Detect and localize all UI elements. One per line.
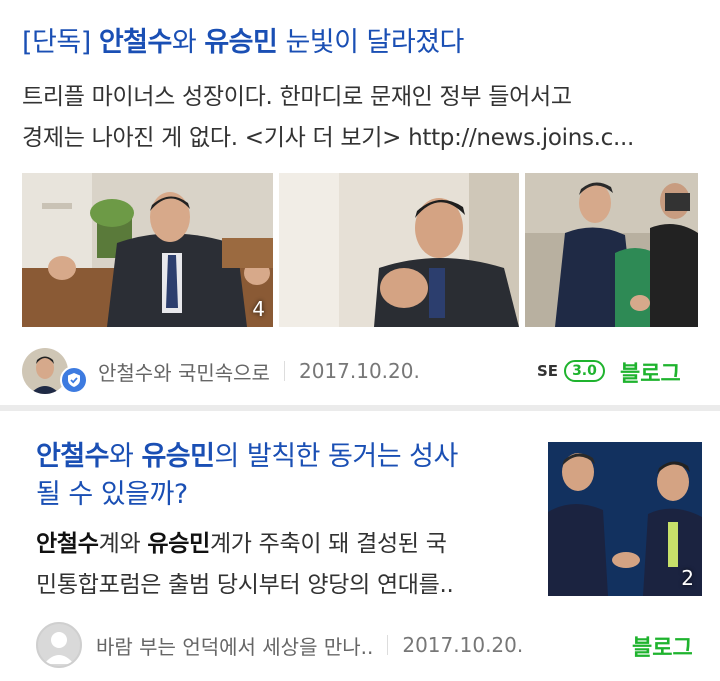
thumbnail-image[interactable]: [525, 173, 698, 327]
author-name-link[interactable]: 바람 부는 언덕에서 세상을 만나..: [96, 631, 373, 660]
handshake-photo-image: [525, 173, 698, 327]
title-keyword: 유승민: [204, 27, 278, 58]
title-tag: [단독]: [22, 27, 91, 58]
thumbnail-image[interactable]: [279, 173, 519, 327]
post-date: 2017.10.20.: [298, 359, 420, 383]
default-avatar-icon[interactable]: [36, 622, 82, 668]
title-keyword: 안철수: [36, 441, 110, 472]
snippet-text: 계가 주축이 돼 결성된 국: [209, 531, 447, 557]
search-result-card-2[interactable]: 안철수와 유승민의 발칙한 동거는 성사 될 수 있을까? 안철수계와 유승민계…: [0, 411, 720, 681]
se-label: SE: [537, 362, 559, 380]
title-keyword: 유승민: [141, 441, 215, 472]
debate-photo-image: [548, 442, 702, 596]
title-text: 의 발칙한 동거는 성사: [214, 441, 459, 472]
meta-divider: [387, 635, 389, 655]
office-photo-image: [22, 173, 273, 327]
search-result-card-1[interactable]: [단독] 안철수와 유승민 눈빛이 달라졌다 트리플 마이너스 성장이다. 한마…: [0, 0, 720, 405]
post-meta: 바람 부는 언덕에서 세상을 만나.. 2017.10.20.: [36, 622, 523, 668]
blog-source-link[interactable]: 블로그: [632, 630, 693, 662]
image-count-label: 4: [252, 297, 265, 321]
portrait-photo-image: [279, 173, 519, 327]
post-meta: 안철수와 국민속으로 2017.10.20.: [22, 348, 420, 394]
snippet-line: 트리플 마이너스 성장이다. 한마디로 문재인 정부 들어서고: [22, 84, 572, 110]
meta-divider: [283, 361, 285, 381]
author-name-link[interactable]: 안철수와 국민속으로: [98, 357, 270, 386]
snippet-keyword: 유승민: [147, 531, 210, 557]
snippet-line: 민통합포럼은 출범 당시부터 양당의 연대를..: [36, 572, 454, 598]
image-count-label: 2: [681, 566, 694, 590]
post-title-link[interactable]: 안철수와 유승민의 발칙한 동거는 성사 될 수 있을까?: [36, 438, 536, 514]
post-title-link[interactable]: [단독] 안철수와 유승민 눈빛이 달라졌다: [22, 24, 464, 62]
verified-badge-icon: [60, 366, 88, 394]
smart-editor-badge: SE 3.0: [537, 360, 605, 382]
snippet-text: 계와: [98, 531, 141, 557]
thumbnail-image[interactable]: 4: [22, 173, 273, 327]
thumbnail-strip[interactable]: 4: [22, 173, 698, 327]
post-date: 2017.10.20.: [402, 633, 524, 657]
title-text: 와: [109, 441, 134, 472]
title-keyword: 안철수: [98, 27, 173, 58]
blog-source-link[interactable]: 블로그: [620, 356, 681, 388]
title-text: 눈빛이 달라졌다: [285, 27, 464, 58]
title-text: 와: [171, 27, 197, 58]
se-version-badge: 3.0: [564, 360, 605, 382]
post-snippet[interactable]: 트리플 마이너스 성장이다. 한마디로 문재인 정부 들어서고 경제는 나아진 …: [22, 77, 702, 159]
title-text: 될 수 있을까?: [36, 479, 188, 510]
snippet-keyword: 안철수: [36, 531, 99, 557]
post-snippet[interactable]: 안철수계와 유승민계가 주축이 돼 결성된 국 민통합포럼은 출범 당시부터 양…: [36, 524, 531, 606]
thumbnail-image[interactable]: 2: [548, 442, 702, 596]
snippet-line: 경제는 나아진 게 없다. <기사 더 보기> http://news.join…: [22, 125, 635, 151]
